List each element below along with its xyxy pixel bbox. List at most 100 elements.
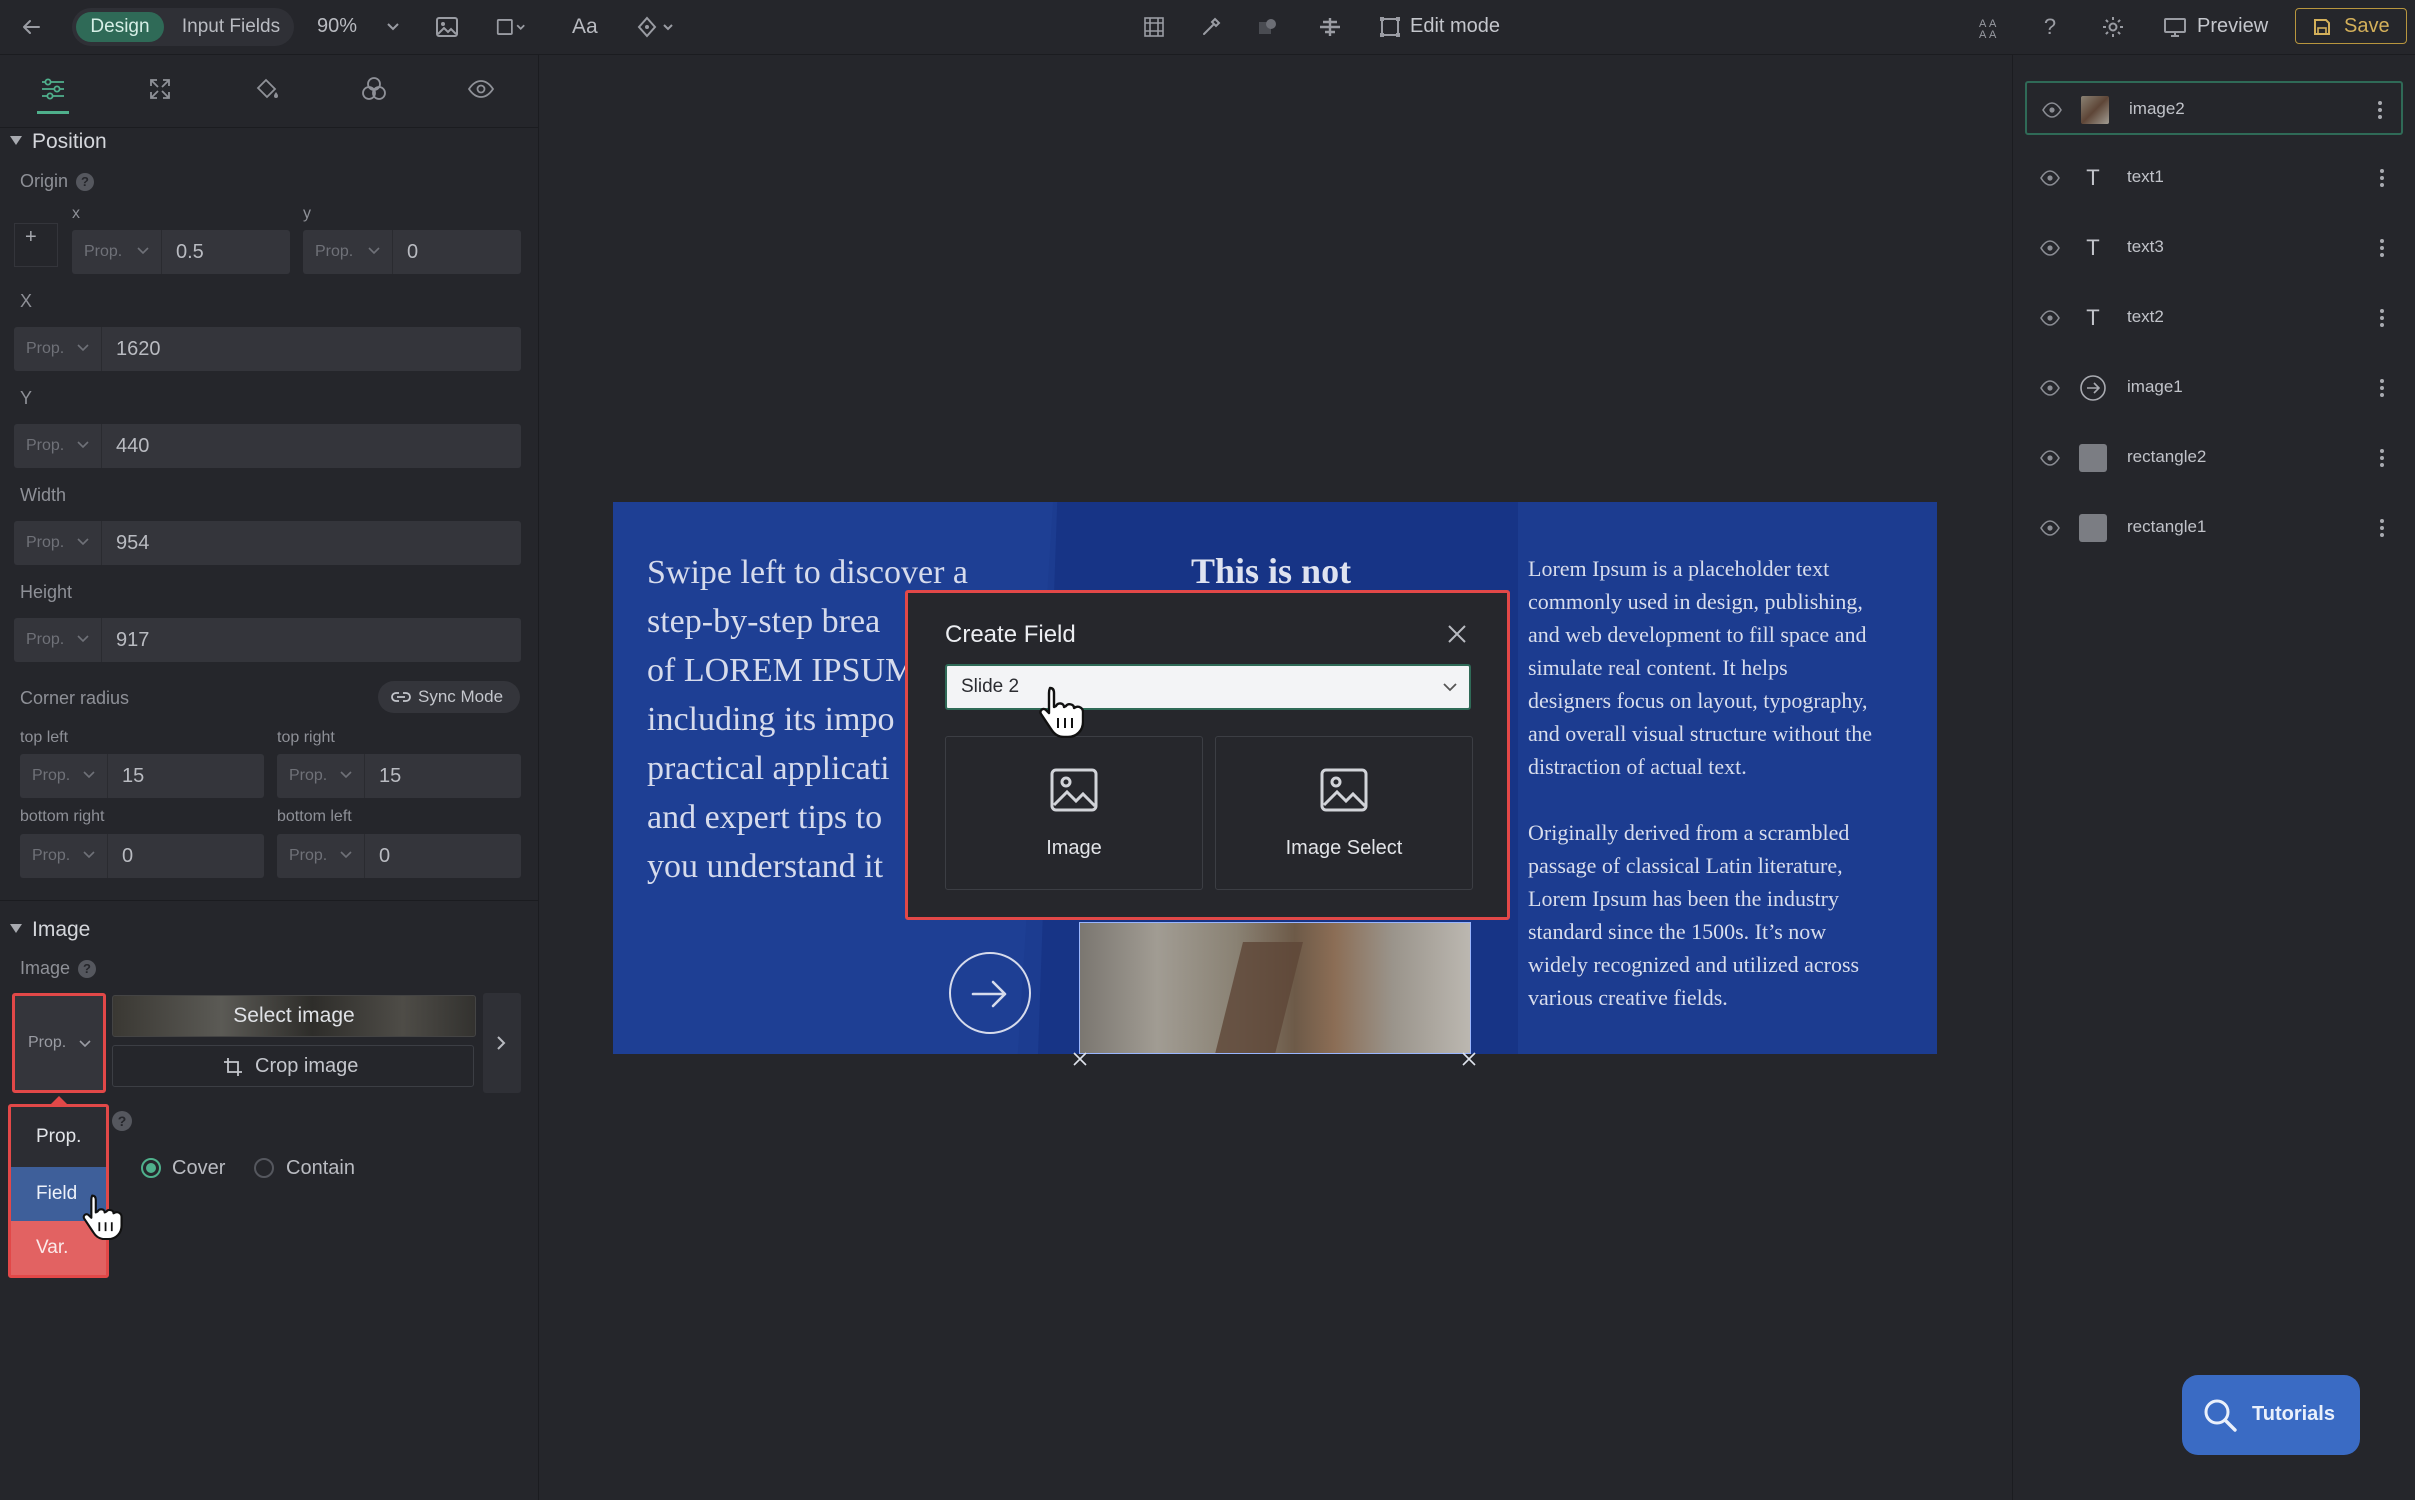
layer-row-image2[interactable]: image2	[2025, 81, 2403, 135]
bottom-right-value[interactable]: 0	[108, 834, 133, 878]
help-icon[interactable]: ?	[2035, 12, 2065, 42]
tutorials-button[interactable]: Tutorials	[2182, 1375, 2360, 1455]
top-left-radius-field[interactable]: Prop. 15	[20, 754, 264, 798]
chevron-down-icon[interactable]	[378, 12, 408, 42]
more-vertical-icon[interactable]	[2379, 515, 2385, 541]
image2-photo[interactable]	[1079, 922, 1471, 1054]
back-arrow-icon[interactable]	[16, 12, 46, 42]
save-button[interactable]: Save	[2295, 8, 2407, 44]
edit-mode-button[interactable]: Edit mode	[1410, 15, 1500, 38]
mask-icon[interactable]	[1253, 12, 1283, 42]
more-vertical-icon[interactable]	[2377, 97, 2383, 123]
bottom-left-value[interactable]: 0	[365, 834, 390, 878]
text-tool-button[interactable]: Aa	[572, 15, 598, 39]
input-fields-tab[interactable]: Input Fields	[172, 12, 290, 42]
position-section-header[interactable]: Position	[10, 130, 107, 154]
bottom-right-radius-field[interactable]: Prop. 0	[20, 834, 264, 878]
more-vertical-icon[interactable]	[2379, 235, 2385, 261]
cover-label[interactable]: Cover	[172, 1157, 225, 1180]
x-mode-select[interactable]: Prop.	[14, 327, 102, 371]
align-icon[interactable]	[1315, 12, 1345, 42]
y-mode-select[interactable]: Prop.	[14, 424, 102, 468]
eye-icon[interactable]	[2039, 237, 2061, 259]
height-field[interactable]: Prop. 917	[14, 618, 521, 662]
layer-row-rectangle2[interactable]: rectangle2	[2025, 431, 2403, 485]
component-icon[interactable]	[634, 12, 678, 42]
grid-icon[interactable]	[1139, 12, 1169, 42]
bottom-right-mode-select[interactable]: Prop.	[20, 834, 108, 878]
layer-row-text3[interactable]: T text3	[2025, 221, 2403, 275]
dropdown-option-prop[interactable]: Prop.	[11, 1110, 106, 1164]
slide-right-text[interactable]: Lorem Ipsum is a placeholder text common…	[1528, 552, 1872, 1014]
preview-button[interactable]: Preview	[2197, 15, 2268, 38]
edit-mode-icon[interactable]	[1375, 12, 1405, 42]
more-vertical-icon[interactable]	[2379, 445, 2385, 471]
origin-x-mode-select[interactable]: Prop.	[72, 230, 162, 274]
blend-circles-icon[interactable]	[354, 69, 394, 109]
resize-handle[interactable]	[1071, 1050, 1089, 1068]
origin-x-field[interactable]: Prop. 0.5	[72, 230, 290, 274]
top-right-radius-field[interactable]: Prop. 15	[277, 754, 521, 798]
top-left-value[interactable]: 15	[108, 754, 144, 798]
eye-icon[interactable]	[2039, 307, 2061, 329]
eye-icon[interactable]	[2041, 99, 2063, 121]
arrow-circle-icon[interactable]	[949, 952, 1031, 1034]
layer-row-image1[interactable]: image1	[2025, 361, 2403, 415]
layer-row-rectangle1[interactable]: rectangle1	[2025, 501, 2403, 555]
text-size-icon[interactable]: AAAA	[1974, 12, 2004, 42]
eyedropper-icon[interactable]	[1196, 12, 1226, 42]
y-value[interactable]: 440	[102, 424, 149, 468]
field-type-image-select[interactable]: Image Select	[1215, 736, 1473, 890]
layer-row-text2[interactable]: T text2	[2025, 291, 2403, 345]
slide-select[interactable]: Slide 2	[945, 664, 1471, 710]
width-value[interactable]: 954	[102, 521, 149, 565]
eye-icon[interactable]	[2039, 377, 2061, 399]
more-vertical-icon[interactable]	[2379, 165, 2385, 191]
eye-icon[interactable]	[2039, 517, 2061, 539]
x-field[interactable]: Prop. 1620	[14, 327, 521, 371]
width-mode-select[interactable]: Prop.	[14, 521, 102, 565]
help-icon[interactable]: ?	[112, 1111, 132, 1131]
more-vertical-icon[interactable]	[2379, 305, 2385, 331]
more-vertical-icon[interactable]	[2379, 375, 2385, 401]
origin-y-value[interactable]: 0	[393, 230, 418, 274]
top-right-value[interactable]: 15	[365, 754, 401, 798]
eye-icon[interactable]	[2039, 167, 2061, 189]
shape-icon[interactable]	[496, 12, 526, 42]
field-type-image[interactable]: Image	[945, 736, 1203, 890]
height-mode-select[interactable]: Prop.	[14, 618, 102, 662]
paint-bucket-icon[interactable]	[247, 69, 287, 109]
origin-x-value[interactable]: 0.5	[162, 230, 204, 274]
help-icon[interactable]: ?	[76, 173, 95, 192]
expand-image-button[interactable]	[483, 993, 521, 1093]
contain-label[interactable]: Contain	[286, 1157, 355, 1180]
image-icon[interactable]	[432, 12, 462, 42]
settings-gear-icon[interactable]	[2098, 12, 2128, 42]
resize-handle[interactable]	[1460, 1050, 1478, 1068]
top-right-mode-select[interactable]: Prop.	[277, 754, 365, 798]
eye-icon[interactable]	[2039, 447, 2061, 469]
design-tab[interactable]: Design	[76, 12, 164, 42]
radio-contain[interactable]	[254, 1158, 274, 1178]
expand-icon[interactable]	[140, 69, 180, 109]
image-section-header[interactable]: Image	[10, 918, 90, 942]
sync-mode-button[interactable]: Sync Mode	[378, 681, 520, 713]
top-left-mode-select[interactable]: Prop.	[20, 754, 108, 798]
zoom-level[interactable]: 90%	[317, 15, 357, 38]
layer-row-text1[interactable]: T text1	[2025, 151, 2403, 205]
crop-image-button[interactable]: Crop image	[112, 1045, 474, 1087]
image-mode-select[interactable]: Prop.	[12, 993, 106, 1093]
width-field[interactable]: Prop. 954	[14, 521, 521, 565]
origin-y-mode-select[interactable]: Prop.	[303, 230, 393, 274]
x-value[interactable]: 1620	[102, 327, 161, 371]
origin-y-field[interactable]: Prop. 0	[303, 230, 521, 274]
monitor-icon[interactable]	[2160, 12, 2190, 42]
close-icon[interactable]	[1446, 623, 1468, 645]
origin-picker[interactable]: +	[14, 223, 58, 267]
bottom-left-mode-select[interactable]: Prop.	[277, 834, 365, 878]
sliders-icon[interactable]	[33, 69, 73, 109]
radio-cover[interactable]	[141, 1158, 161, 1178]
slide-center-heading[interactable]: This is not	[1191, 550, 1351, 592]
bottom-left-radius-field[interactable]: Prop. 0	[277, 834, 521, 878]
visibility-eye-icon[interactable]	[461, 69, 501, 109]
